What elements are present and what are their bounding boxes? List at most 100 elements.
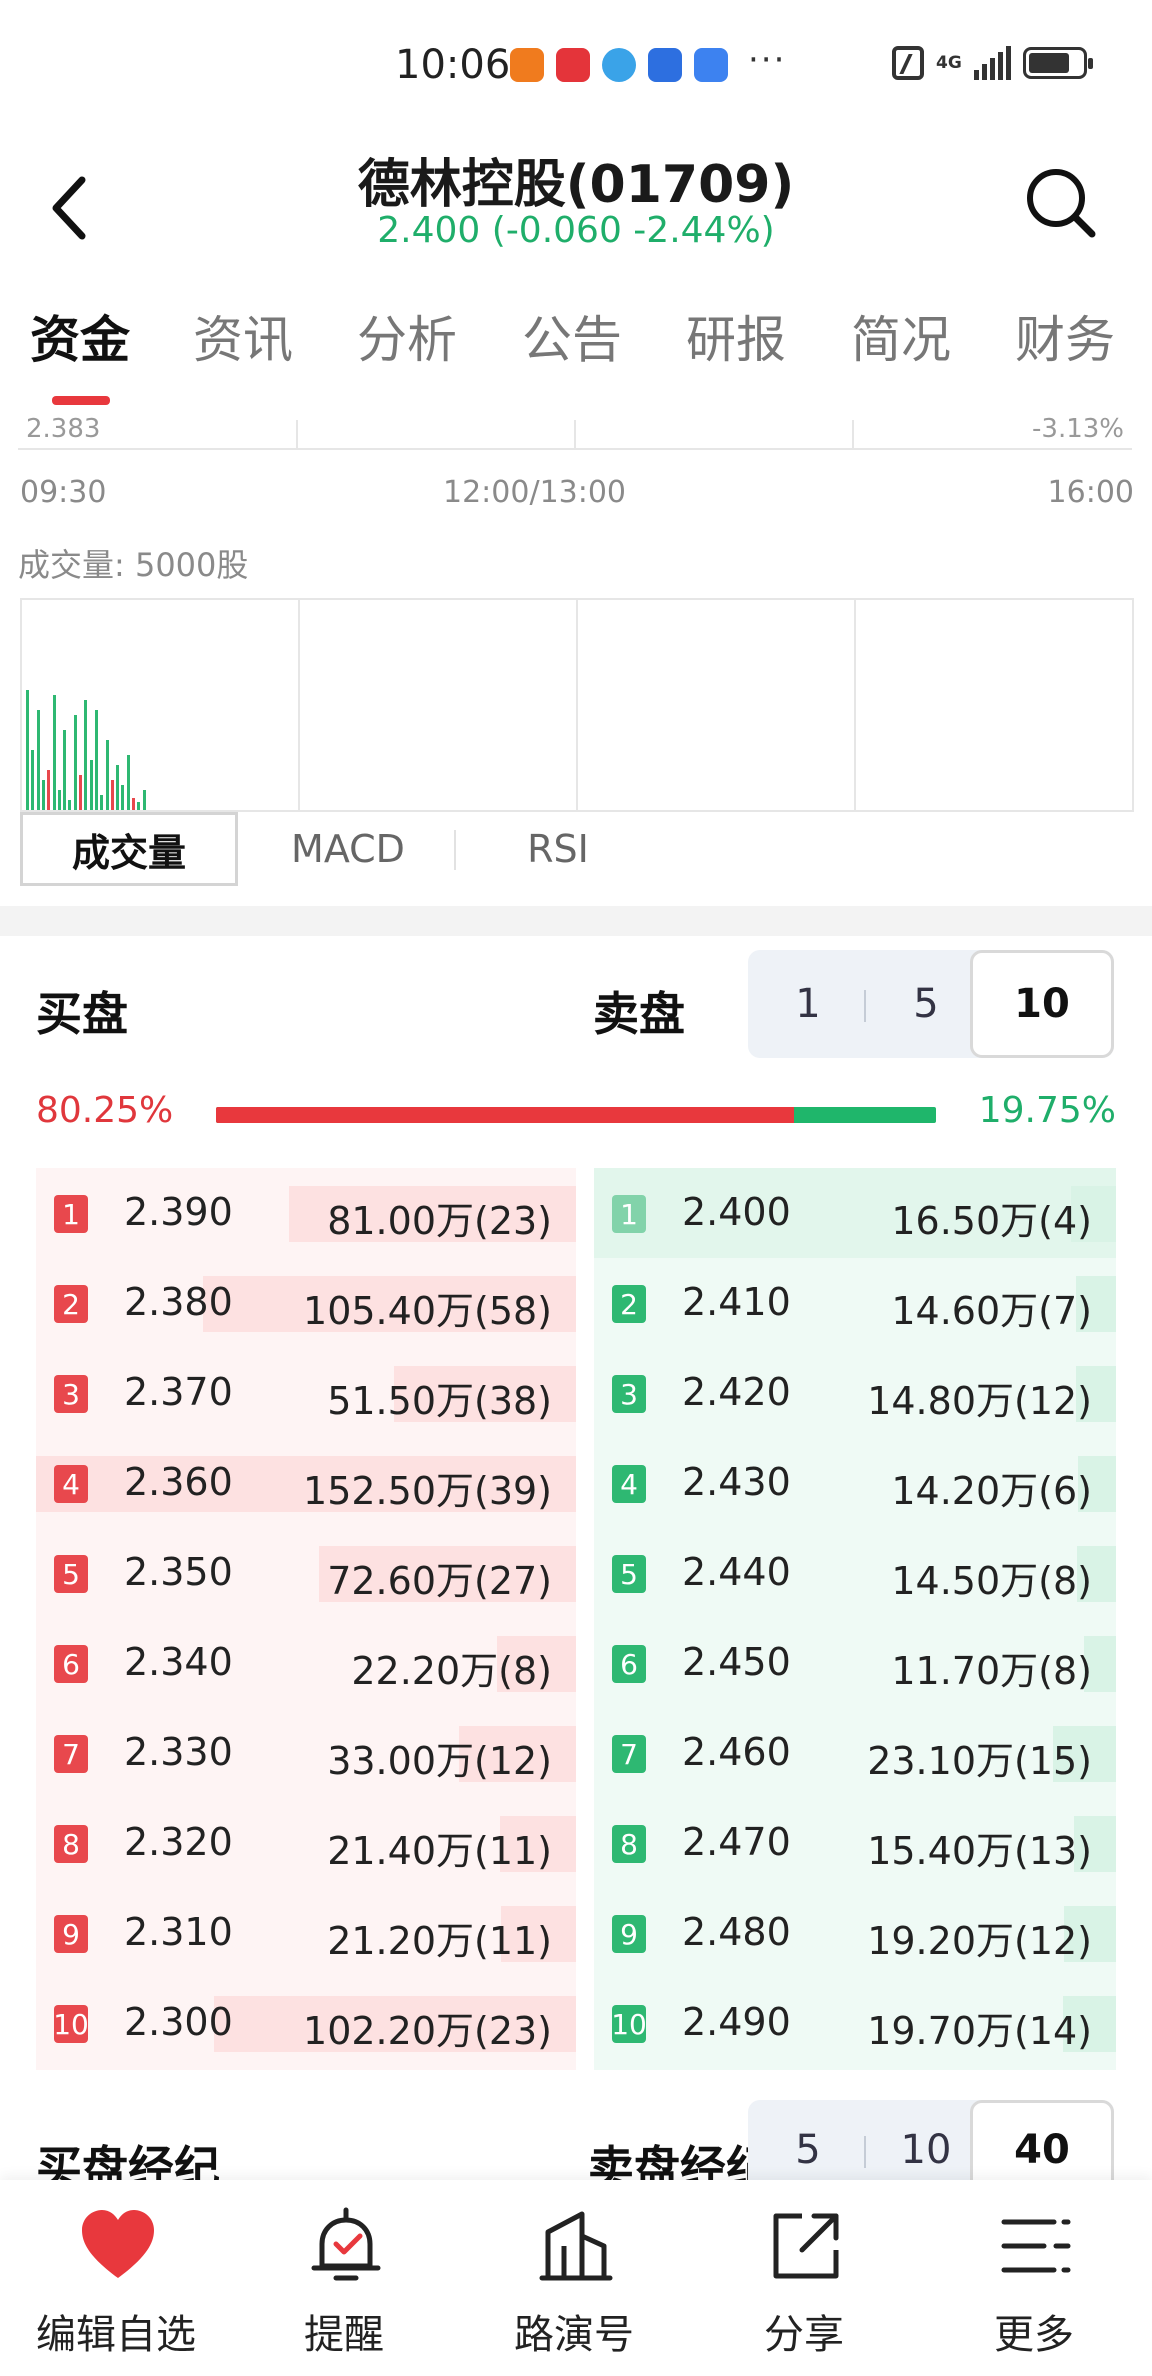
indicator-tab-rsi[interactable]: RSI <box>470 812 646 886</box>
volume-chart <box>20 598 1134 812</box>
ask-row[interactable]: 6 2.450 11.70万(8) <box>594 1618 1116 1708</box>
level-price: 2.400 <box>682 1190 791 1234</box>
level-price: 2.450 <box>682 1640 791 1684</box>
volume-bar <box>116 765 120 810</box>
level-volume: 23.10万(15) <box>867 1739 1092 1783</box>
level-badge: 3 <box>612 1375 646 1413</box>
level-price: 2.480 <box>682 1910 791 1954</box>
time-axis: 09:30 12:00/13:00 16:00 <box>0 475 1152 515</box>
ask-row[interactable]: 10 2.490 19.70万(14) <box>594 1978 1116 2068</box>
time-axis-end: 16:00 <box>1047 475 1134 510</box>
volume-bar <box>47 770 51 810</box>
bid-row[interactable]: 10 2.300 102.20万(23) <box>36 1978 576 2068</box>
volume-bar <box>57 790 61 810</box>
nav-edit-watchlist[interactable]: 编辑自选 <box>16 2206 216 2366</box>
level-volume: 14.50万(8) <box>891 1559 1092 1603</box>
ask-row[interactable]: 5 2.440 14.50万(8) <box>594 1528 1116 1618</box>
level-price: 2.340 <box>124 1640 233 1684</box>
bid-ratio: 80.25% <box>36 1090 174 1131</box>
ask-row[interactable]: 7 2.460 23.10万(15) <box>594 1708 1116 1798</box>
bid-row[interactable]: 5 2.350 72.60万(27) <box>36 1528 576 1618</box>
tab-news[interactable]: 资讯 <box>193 300 293 372</box>
level-badge: 9 <box>54 1915 88 1953</box>
ask-title: 卖盘 <box>593 987 685 1041</box>
building-icon <box>539 2211 613 2281</box>
nav-alert[interactable]: 提醒 <box>244 2206 444 2366</box>
alarm-bell-icon <box>311 2207 381 2281</box>
time-axis-mid: 12:00/13:00 <box>443 475 627 510</box>
nav-share[interactable]: 分享 <box>704 2206 904 2366</box>
level-badge: 2 <box>54 1285 88 1323</box>
app-notification-icon <box>602 48 636 82</box>
depth-selector: 1 5 10 <box>748 950 1114 1058</box>
search-icon[interactable] <box>1020 162 1100 242</box>
depth-option-10[interactable]: 10 <box>970 950 1114 1058</box>
ask-row[interactable]: 4 2.430 14.20万(6) <box>594 1438 1116 1528</box>
bid-ratio-fill <box>216 1107 794 1123</box>
ask-row[interactable]: 1 2.400 16.50万(4) <box>594 1168 1116 1258</box>
indicator-tabs: 成交量 MACD RSI <box>20 812 1134 888</box>
bid-title: 买盘 <box>36 987 128 1041</box>
level-price: 2.390 <box>124 1190 233 1234</box>
tab-funds[interactable]: 资金 <box>30 300 130 372</box>
bid-row[interactable]: 4 2.360 152.50万(39) <box>36 1438 576 1528</box>
volume-bar <box>132 798 135 810</box>
level-badge: 6 <box>54 1645 88 1683</box>
tab-profile[interactable]: 简况 <box>851 300 951 372</box>
volume-bar <box>137 802 141 810</box>
ratio-bar <box>216 1107 936 1123</box>
tab-announcements[interactable]: 公告 <box>522 300 622 372</box>
level-badge: 1 <box>612 1195 646 1233</box>
level-badge: 7 <box>54 1735 88 1773</box>
broker-header: 买盘经纪 卖盘经纪 5 10 40 <box>0 2100 1152 2200</box>
level-badge: 4 <box>54 1465 88 1503</box>
nav-label: 提醒 <box>304 2312 384 2358</box>
bid-row[interactable]: 3 2.370 51.50万(38) <box>36 1348 576 1438</box>
stock-quote: 2.400 (-0.060 -2.44%) <box>377 210 775 251</box>
level-badge: 8 <box>612 1825 646 1863</box>
tab-financials[interactable]: 财务 <box>1015 300 1115 372</box>
depth-option-1[interactable]: 1 <box>748 950 868 1058</box>
volume-bar <box>73 715 77 810</box>
bid-row[interactable]: 1 2.390 81.00万(23) <box>36 1168 576 1258</box>
bid-row[interactable]: 8 2.320 21.40万(11) <box>36 1798 576 1888</box>
nav-roadshow[interactable]: 路演号 <box>474 2206 674 2366</box>
level-badge: 4 <box>612 1465 646 1503</box>
volume-bar <box>84 700 88 810</box>
level-badge: 10 <box>53 2005 89 2043</box>
level-badge: 6 <box>612 1645 646 1683</box>
status-bar: 10:06 ··· 4G <box>0 0 1152 130</box>
depth-option-5[interactable]: 5 <box>866 950 986 1058</box>
bid-row[interactable]: 6 2.340 22.20万(8) <box>36 1618 576 1708</box>
level-volume: 19.70万(14) <box>867 2009 1092 2053</box>
ask-list: 1 2.400 16.50万(4) 2 2.410 14.60万(7) 3 2.420 14.8… <box>594 1168 1116 2070</box>
tab-research[interactable]: 研报 <box>686 300 786 372</box>
volume-bar <box>79 775 82 810</box>
app-notification-icon <box>510 48 544 82</box>
bid-row[interactable]: 2 2.380 105.40万(58) <box>36 1258 576 1348</box>
ask-row[interactable]: 9 2.480 19.20万(12) <box>594 1888 1116 1978</box>
bid-list: 1 2.390 81.00万(23) 2 2.380 105.40万(58) 3 2.370 5… <box>36 1168 576 2070</box>
volume-bar <box>142 790 146 810</box>
volume-bar <box>36 710 40 810</box>
ask-row[interactable]: 2 2.410 14.60万(7) <box>594 1258 1116 1348</box>
volume-bar <box>121 785 125 810</box>
indicator-tab-volume[interactable]: 成交量 <box>20 812 238 886</box>
nav-label: 路演号 <box>514 2312 634 2358</box>
level-price: 2.380 <box>124 1280 233 1324</box>
ask-row[interactable]: 8 2.470 15.40万(13) <box>594 1798 1116 1888</box>
ask-row[interactable]: 3 2.420 14.80万(12) <box>594 1348 1116 1438</box>
level-price: 2.420 <box>682 1370 791 1414</box>
indicator-tab-macd[interactable]: MACD <box>260 812 436 886</box>
level-badge: 2 <box>612 1285 646 1323</box>
tab-analysis[interactable]: 分析 <box>357 300 457 372</box>
level-volume: 33.00万(12) <box>327 1739 552 1783</box>
volume-bar <box>105 740 109 810</box>
nav-more[interactable]: 更多 <box>934 2206 1134 2366</box>
bid-row[interactable]: 7 2.330 33.00万(12) <box>36 1708 576 1798</box>
level-price: 2.410 <box>682 1280 791 1324</box>
bid-row[interactable]: 9 2.310 21.20万(11) <box>36 1888 576 1978</box>
level-price: 2.430 <box>682 1460 791 1504</box>
app-notification-icon <box>648 48 682 82</box>
level-volume: 14.80万(12) <box>867 1379 1092 1423</box>
